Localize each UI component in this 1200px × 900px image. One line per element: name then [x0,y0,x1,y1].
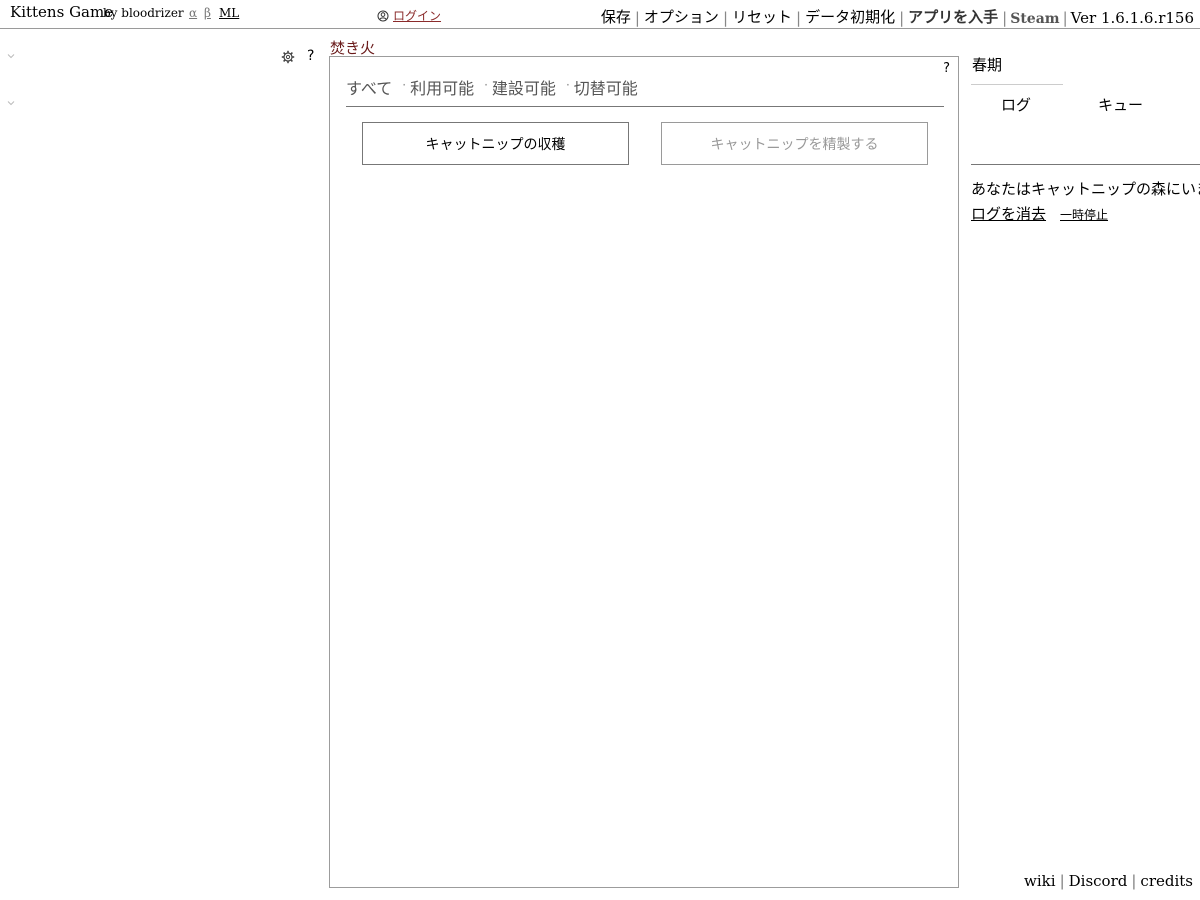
tab-queue[interactable]: キュー [1098,94,1143,115]
version-label[interactable]: Ver 1.6.1.6.r156 [1071,9,1194,27]
options-button[interactable]: オプション [643,6,720,27]
beta-version-link[interactable]: β [204,6,211,20]
tab-log[interactable]: ログ [1001,94,1031,115]
filter-separator: · [484,78,488,92]
footer-separator: | [1059,872,1065,890]
filter-tabs: すべて · 利用可能 · 建設可能 · 切替可能 [346,75,944,107]
filter-separator: · [565,78,570,92]
filter-separator: · [402,78,407,92]
menu-separator: | [634,9,640,27]
bonfire-panel: ? すべて · 利用可能 · 建設可能 · 切替可能 キャットニップの収穫 キャ… [329,56,959,888]
ml-version-link[interactable]: ML [219,6,239,20]
menu-separator: | [899,9,905,27]
top-bar: Kittens Game by bloodrizer α β ML ログイン 保… [0,0,1200,29]
discord-link[interactable]: Discord [1069,872,1128,890]
chevron-down-icon[interactable] [6,98,16,108]
log-message: あなたはキャットニップの森にいます。 [971,180,1200,198]
wiki-link[interactable]: wiki [1024,872,1056,890]
footer-separator: | [1131,872,1137,890]
menu-separator: | [1062,9,1068,27]
wipe-data-button[interactable]: データ初期化 [804,6,896,27]
login-link[interactable]: ログイン [393,7,441,24]
season-label: 春期 [972,56,1003,74]
refine-catnip-button[interactable]: キャットニップを精製する [661,122,928,165]
left-help-button[interactable]: ? [307,48,314,64]
login-area: ログイン [377,7,441,24]
menu-separator: | [722,9,728,27]
game-author: by bloodrizer [103,6,184,20]
filter-tab-all[interactable]: すべて [346,75,392,99]
user-circle-icon [377,10,389,21]
filter-tab-togglable[interactable]: 切替可能 [574,75,638,99]
game-title: Kittens Game [10,3,114,21]
chevron-down-icon[interactable] [6,51,16,61]
steam-link[interactable]: Steam [1010,11,1059,27]
filter-tab-available[interactable]: 利用可能 [410,75,474,99]
filter-tab-buildable[interactable]: 建設可能 [492,75,556,99]
save-button[interactable]: 保存 [600,6,632,27]
section-title: 焚き火 [330,39,376,57]
top-menu: 保存 | オプション | リセット | データ初期化 | アプリを入手 | St… [600,5,1194,27]
menu-separator: | [1002,9,1008,27]
clear-log-link[interactable]: ログを消去 [971,203,1046,224]
credits-link[interactable]: credits [1140,872,1193,890]
gather-catnip-button[interactable]: キャットニップの収穫 [362,122,629,165]
menu-separator: | [796,9,802,27]
divider [971,164,1200,165]
get-app-button[interactable]: アプリを入手 [907,6,999,27]
panel-help-button[interactable]: ? [943,61,950,76]
divider [971,84,1063,85]
reset-button[interactable]: リセット [731,6,793,27]
footer: wiki | Discord | credits [1024,872,1193,890]
gear-icon[interactable] [281,50,295,64]
pause-log-link[interactable]: 一時停止 [1060,206,1108,223]
alpha-version-link[interactable]: α [189,6,197,20]
